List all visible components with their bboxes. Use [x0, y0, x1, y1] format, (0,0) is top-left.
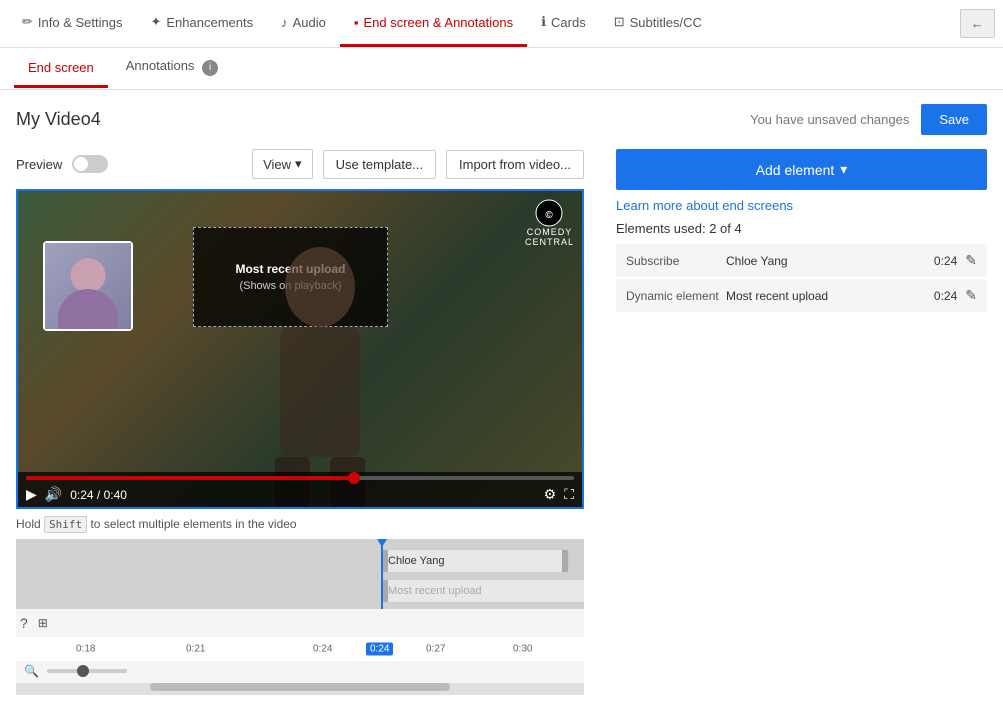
avatar-body — [58, 289, 118, 329]
right-panel: Add element ▾ Learn more about end scree… — [600, 149, 1003, 695]
import-from-video-button[interactable]: Import from video... — [446, 150, 584, 179]
video-controls: ▶ 🔊 0:24 / 0:40 ⚙ ⛶ — [18, 472, 582, 507]
back-button[interactable]: ← — [960, 9, 995, 38]
left-panel: Preview View ▾ Use template... Import fr… — [0, 149, 600, 695]
subscribe-track-block[interactable]: Chloe Yang — [381, 549, 569, 573]
view-button[interactable]: View ▾ — [252, 149, 312, 179]
svg-text:©: © — [546, 210, 554, 221]
timeline-ruler: 0:18 0:21 0:24 0:24 0:27 0:30 — [16, 637, 584, 661]
element-name-chloe: Chloe Yang — [726, 254, 934, 268]
volume-button[interactable]: 🔊 — [45, 486, 62, 503]
current-time: 0:24 / 0:40 — [70, 488, 127, 502]
cc-logo: © COMEDY CENTRAL — [525, 199, 574, 247]
save-button[interactable]: Save — [921, 104, 987, 135]
element-type-subscribe: Subscribe — [626, 254, 726, 268]
ruler-mark-027: 0:27 — [426, 644, 445, 655]
element-name-recent: Most recent upload — [726, 289, 934, 303]
recent-upload-track: Most recent upload — [16, 577, 584, 605]
subscribe-avatar — [45, 243, 131, 329]
play-button[interactable]: ▶ — [26, 486, 37, 503]
unsaved-changes-text: You have unsaved changes — [750, 112, 909, 127]
nav-item-subtitles[interactable]: ⊡ Subtitles/CC — [600, 0, 716, 47]
help-text: Hold Shift to select multiple elements i… — [16, 517, 584, 531]
dropdown-arrow-icon: ▾ — [840, 161, 847, 178]
scrollbar-row: 🔍 — [16, 661, 584, 681]
use-template-button[interactable]: Use template... — [323, 150, 436, 179]
tab-end-screen[interactable]: End screen — [14, 50, 108, 88]
captions-icon: ⊡ — [614, 14, 625, 30]
preview-controls: Preview View ▾ Use template... Import fr… — [16, 149, 584, 179]
pencil-icon: ✏ — [22, 14, 33, 30]
ruler-mark-021: 0:21 — [186, 644, 205, 655]
add-element-button[interactable]: Add element ▾ — [616, 149, 987, 190]
nav-item-audio[interactable]: ♪ Audio — [267, 0, 340, 47]
sparkle-icon: ✦ — [150, 14, 161, 30]
nav-item-info-settings[interactable]: ✏ Info & Settings — [8, 0, 136, 47]
chevron-down-icon: ▾ — [295, 156, 302, 172]
subscribe-handle-right[interactable] — [562, 550, 568, 572]
annotations-info-icon[interactable]: i — [202, 60, 218, 76]
progress-bar[interactable] — [26, 476, 574, 480]
top-navigation: ✏ Info & Settings ✦ Enhancements ♪ Audio… — [0, 0, 1003, 48]
subscribe-element[interactable] — [43, 241, 133, 331]
settings-button[interactable]: ⚙ — [544, 486, 557, 503]
video-player[interactable]: © COMEDY CENTRAL Most recent upload (Sho… — [16, 189, 584, 509]
tab-annotations[interactable]: Annotations i — [112, 48, 232, 89]
scrollbar-thumb[interactable] — [150, 683, 450, 691]
zoom-slider[interactable] — [47, 669, 127, 673]
progress-fill — [26, 476, 355, 480]
preview-toggle[interactable] — [72, 155, 108, 173]
elements-used-text: Elements used: 2 of 4 — [616, 221, 987, 236]
list-item[interactable]: Dynamic element Most recent upload 0:24 … — [616, 279, 987, 312]
avatar-head — [71, 258, 106, 293]
subscribe-track: Chloe Yang — [16, 547, 584, 575]
element-type-dynamic: Dynamic element — [626, 289, 726, 303]
timeline-lock-button[interactable]: ⊞ — [32, 612, 54, 634]
main-content: Preview View ▾ Use template... Import fr… — [0, 149, 1003, 695]
fullscreen-button[interactable]: ⛶ — [564, 486, 574, 503]
timeline-playhead[interactable] — [381, 539, 383, 609]
info-circle-icon: ℹ — [541, 14, 546, 30]
timeline: Chloe Yang Most recent upload ? ⊞ — [16, 539, 584, 695]
video-background: © COMEDY CENTRAL Most recent upload (Sho… — [18, 191, 582, 507]
timeline-help-button[interactable]: ? — [20, 615, 28, 631]
title-bar: My Video4 You have unsaved changes Save — [0, 90, 1003, 149]
person-figure — [220, 227, 420, 507]
edit-recent-icon[interactable]: ✎ — [965, 287, 977, 304]
list-item[interactable]: Subscribe Chloe Yang 0:24 ✎ — [616, 244, 987, 277]
ruler-mark-018: 0:18 — [76, 644, 95, 655]
ruler-mark-030: 0:30 — [513, 644, 532, 655]
sub-tabs-bar: End screen Annotations i — [0, 48, 1003, 90]
horizontal-scrollbar[interactable] — [16, 683, 584, 695]
timeline-controls-row: ? ⊞ — [16, 609, 584, 637]
learn-more-link[interactable]: Learn more about end screens — [616, 198, 987, 213]
element-time-subscribe: 0:24 — [934, 254, 957, 268]
nav-item-cards[interactable]: ℹ Cards — [527, 0, 600, 47]
screen-icon: ▪ — [354, 15, 359, 30]
zoom-out-icon[interactable]: 🔍 — [24, 664, 39, 678]
music-icon: ♪ — [281, 15, 288, 30]
page-title: My Video4 — [16, 109, 101, 130]
preview-label: Preview — [16, 157, 62, 172]
ruler-marks: 0:18 0:21 0:24 0:24 0:27 0:30 — [16, 637, 584, 661]
element-time-recent: 0:24 — [934, 289, 957, 303]
edit-subscribe-icon[interactable]: ✎ — [965, 252, 977, 269]
timeline-tracks: Chloe Yang Most recent upload — [16, 539, 584, 609]
ruler-mark-024: 0:24 — [313, 644, 332, 655]
ruler-mark-current: 0:24 — [366, 643, 393, 656]
recent-upload-track-block[interactable]: Most recent upload — [381, 579, 584, 603]
nav-item-end-screen[interactable]: ▪ End screen & Annotations — [340, 0, 527, 47]
nav-item-enhancements[interactable]: ✦ Enhancements — [136, 0, 267, 47]
